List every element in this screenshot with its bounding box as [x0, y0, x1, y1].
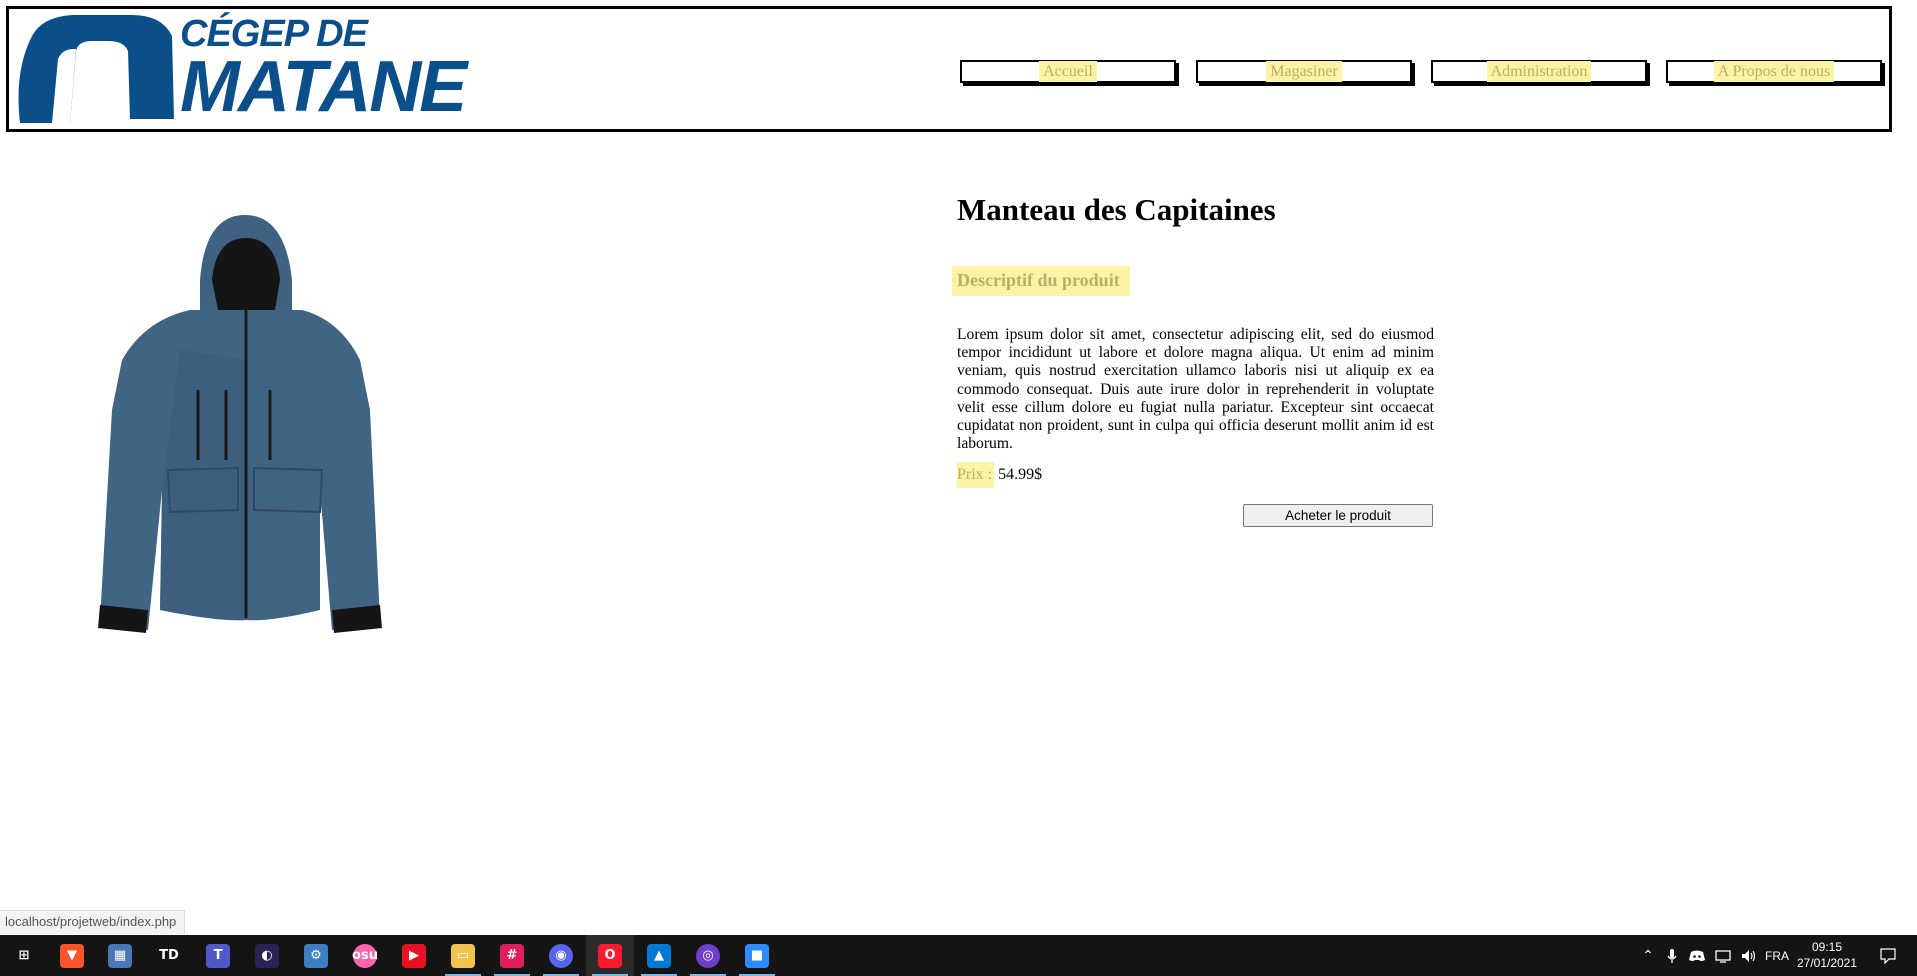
github-desktop-icon[interactable]: ◎ — [684, 935, 732, 976]
photos-icon-glyph: ▲ — [647, 943, 671, 968]
logo-arch-icon — [18, 15, 174, 123]
brave-icon[interactable]: ▼ — [48, 935, 96, 976]
site-header: CÉGEP DE MATANE Accueil Magasiner Admini… — [6, 6, 1892, 132]
price-line: Prix : 54.99$ — [957, 462, 1043, 488]
clock-time: 09:15 — [1811, 940, 1843, 954]
nav-item-a-propos[interactable]: A Propos de nous — [1666, 60, 1882, 83]
photos-icon[interactable]: ▲ — [635, 935, 683, 976]
windows-start-icon[interactable]: ⊞ — [0, 935, 48, 976]
teams-icon[interactable]: T — [194, 935, 242, 976]
tray-chevron-up-icon[interactable]: ⌃ — [1636, 935, 1660, 976]
volume-icon[interactable] — [1736, 935, 1762, 976]
opera-icon-glyph: O — [598, 943, 622, 968]
language-indicator[interactable]: FRA — [1762, 935, 1792, 976]
slack-icon-glyph: # — [500, 943, 524, 968]
media-player-icon[interactable]: ▶ — [390, 935, 438, 976]
windows-taskbar: ⊞ ▼ ▦ TD T ◐ ⚙ osu ▶ ▭ # ◉ O ▲ ◎ ■ ⌃ FRA 09:15 27/01/20… — [0, 935, 1917, 976]
tweetdeck-icon[interactable]: TD — [145, 935, 193, 976]
file-explorer-icon-glyph: ▭ — [451, 943, 475, 968]
taskbar-clock[interactable]: 09:15 27/01/2021 — [1789, 939, 1865, 971]
slack-icon[interactable]: # — [488, 935, 536, 976]
calculator-icon-glyph: ▦ — [108, 943, 132, 968]
media-player-icon-glyph: ▶ — [402, 943, 426, 968]
status-bar-url: localhost/projetweb/index.php — [0, 910, 186, 934]
logo-wordmark: CÉGEP DE MATANE — [180, 15, 467, 127]
nav-item-label: Accueil — [1039, 61, 1097, 82]
discord-icon-glyph: ◉ — [549, 943, 573, 968]
zoom-icon[interactable]: ■ — [733, 935, 781, 976]
microphone-icon[interactable] — [1660, 935, 1684, 976]
product-title: Manteau des Capitaines — [957, 192, 1276, 227]
opera-icon[interactable]: O — [586, 935, 634, 976]
network-icon[interactable]: ⚙ — [292, 935, 340, 976]
file-explorer-icon[interactable]: ▭ — [439, 935, 487, 976]
eclipse-icon-glyph: ◐ — [255, 943, 279, 968]
nav-item-administration[interactable]: Administration — [1431, 60, 1647, 83]
price-label: Prix : — [957, 462, 995, 488]
nav-item-magasiner[interactable]: Magasiner — [1196, 60, 1412, 83]
eclipse-icon[interactable]: ◐ — [243, 935, 291, 976]
teams-icon-glyph: T — [206, 943, 230, 968]
nav-item-label: Administration — [1486, 61, 1592, 82]
notifications-icon[interactable] — [1870, 935, 1906, 976]
cegep-matane-logo[interactable]: CÉGEP DE MATANE — [12, 11, 467, 133]
osu-icon[interactable]: osu — [341, 935, 389, 976]
tray-discord-icon[interactable] — [1684, 935, 1710, 976]
logo-line2: MATANE — [180, 47, 467, 127]
buy-product-button[interactable]: Acheter le produit — [1243, 504, 1433, 527]
network-icon[interactable] — [1710, 935, 1736, 976]
product-description-heading: Descriptif du produit — [952, 266, 1130, 296]
nav-item-label: A Propos de nous — [1713, 61, 1835, 82]
brave-icon-glyph: ▼ — [60, 943, 84, 968]
windows-start-icon-glyph: ⊞ — [18, 948, 30, 963]
clock-date: 27/01/2021 — [1796, 956, 1858, 970]
discord-icon[interactable]: ◉ — [537, 935, 585, 976]
nav-item-label: Magasiner — [1266, 61, 1342, 82]
zoom-icon-glyph: ■ — [745, 943, 769, 968]
product-description: Lorem ipsum dolor sit amet, consectetur … — [957, 326, 1434, 453]
jacket-image — [98, 215, 382, 633]
calculator-icon[interactable]: ▦ — [96, 935, 144, 976]
price-value: 54.99$ — [998, 466, 1043, 483]
product-image — [70, 210, 420, 650]
github-desktop-icon-glyph: ◎ — [696, 943, 720, 968]
osu-icon-glyph: osu — [352, 943, 378, 968]
network-icon-glyph: ⚙ — [304, 943, 328, 968]
tweetdeck-icon-glyph: TD — [159, 948, 179, 963]
nav-item-accueil[interactable]: Accueil — [960, 60, 1176, 83]
